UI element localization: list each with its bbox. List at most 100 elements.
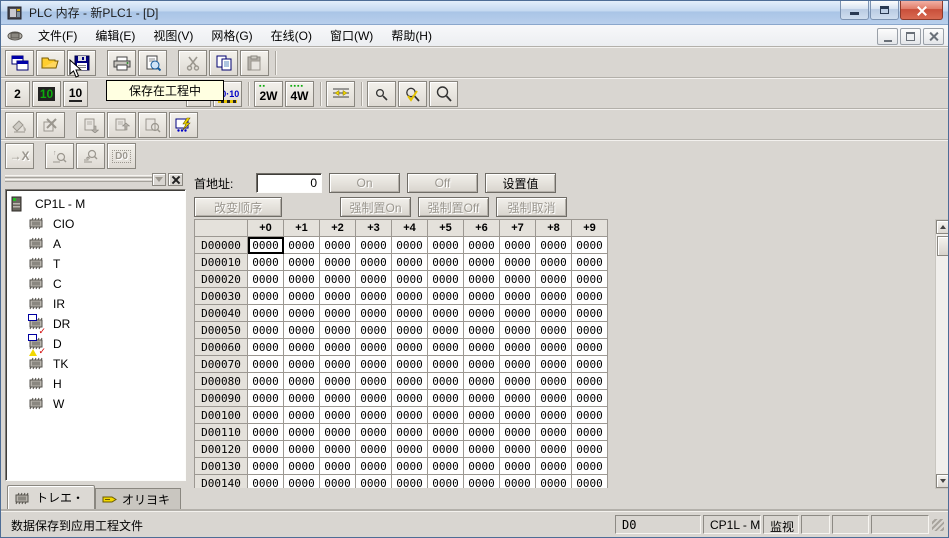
- memory-cell[interactable]: 0000: [392, 288, 428, 305]
- memory-cell[interactable]: 0000: [428, 475, 464, 489]
- memory-cell[interactable]: 0000: [320, 407, 356, 424]
- memory-cell[interactable]: 0000: [500, 475, 536, 489]
- memory-cell[interactable]: 0000: [392, 271, 428, 288]
- transfer-to-plc-button[interactable]: [76, 112, 105, 138]
- memory-cell[interactable]: 0000: [284, 373, 320, 390]
- memory-cell[interactable]: 0000: [356, 305, 392, 322]
- memory-cell[interactable]: 0000: [572, 237, 608, 254]
- memory-cell[interactable]: 0000: [248, 458, 284, 475]
- memory-cell[interactable]: 0000: [248, 254, 284, 271]
- column-width-button[interactable]: [326, 81, 355, 107]
- memory-cell[interactable]: 0000: [356, 254, 392, 271]
- memory-cell[interactable]: 0000: [500, 356, 536, 373]
- memory-cell[interactable]: 0000: [428, 441, 464, 458]
- save-button[interactable]: [67, 50, 96, 76]
- memory-cell[interactable]: 0000: [500, 254, 536, 271]
- watch-address-button[interactable]: [76, 143, 105, 169]
- maximize-button[interactable]: [870, 1, 899, 20]
- pane-gripper[interactable]: [3, 171, 188, 187]
- memory-cell[interactable]: 0000: [284, 407, 320, 424]
- memory-cell[interactable]: 0000: [536, 254, 572, 271]
- tab-2[interactable]: オリヨキ: [95, 488, 181, 509]
- memory-cell[interactable]: 0000: [536, 339, 572, 356]
- menu-item-6[interactable]: 窗口(W): [321, 24, 382, 47]
- zoom-out-button[interactable]: [367, 81, 396, 107]
- scroll-up-button[interactable]: [936, 220, 949, 234]
- tree-item-a[interactable]: A: [10, 234, 185, 254]
- memory-cell[interactable]: 0000: [284, 288, 320, 305]
- memory-cell[interactable]: 0000: [392, 390, 428, 407]
- tab-1[interactable]: トレエ・: [7, 485, 95, 509]
- tree-item-h[interactable]: H: [10, 374, 185, 394]
- memory-cell[interactable]: 0000: [428, 424, 464, 441]
- memory-cell[interactable]: 0000: [248, 441, 284, 458]
- memory-cell[interactable]: 0000: [464, 356, 500, 373]
- menu-item-3[interactable]: 视图(V): [144, 24, 202, 47]
- memory-cell[interactable]: 0000: [392, 339, 428, 356]
- memory-cell-selected[interactable]: 0000: [248, 237, 284, 254]
- pane-dropdown-button[interactable]: [152, 173, 166, 186]
- memory-cell[interactable]: 0000: [284, 356, 320, 373]
- mdi-close-button[interactable]: [923, 28, 944, 45]
- force-cancel-button[interactable]: →X: [5, 143, 34, 169]
- memory-cell[interactable]: 0000: [356, 373, 392, 390]
- memory-cell[interactable]: 0000: [248, 373, 284, 390]
- memory-cell[interactable]: 0000: [284, 339, 320, 356]
- memory-cell[interactable]: 0000: [500, 322, 536, 339]
- memory-cell[interactable]: 0000: [392, 254, 428, 271]
- memory-cell[interactable]: 0000: [320, 373, 356, 390]
- memory-cell[interactable]: 0000: [320, 390, 356, 407]
- button-强制取消[interactable]: 强制取消: [496, 197, 567, 217]
- memory-cell[interactable]: 0000: [428, 407, 464, 424]
- button-强制置on[interactable]: 强制置On: [340, 197, 411, 217]
- memory-cell[interactable]: 0000: [320, 458, 356, 475]
- memory-cell[interactable]: 0000: [320, 254, 356, 271]
- close-button[interactable]: [900, 1, 943, 20]
- tree-item-w[interactable]: W: [10, 394, 185, 414]
- memory-cell[interactable]: 0000: [428, 339, 464, 356]
- memory-cell[interactable]: 0000: [428, 271, 464, 288]
- memory-cell[interactable]: 0000: [464, 441, 500, 458]
- memory-cell[interactable]: 0000: [500, 271, 536, 288]
- button-on[interactable]: On: [329, 173, 400, 193]
- memory-cell[interactable]: 0000: [392, 475, 428, 489]
- four-word-button[interactable]: ▪▪▪▪4W: [285, 81, 314, 107]
- memory-cell[interactable]: 0000: [428, 237, 464, 254]
- start-address-input[interactable]: [256, 173, 322, 193]
- memory-cell[interactable]: 0000: [500, 390, 536, 407]
- memory-cell[interactable]: 0000: [320, 339, 356, 356]
- memory-cell[interactable]: 0000: [356, 322, 392, 339]
- copy-button[interactable]: [209, 50, 238, 76]
- memory-cell[interactable]: 0000: [428, 322, 464, 339]
- memory-cell[interactable]: 0000: [572, 424, 608, 441]
- mdi-minimize-button[interactable]: [877, 28, 898, 45]
- memory-cell[interactable]: 0000: [464, 424, 500, 441]
- memory-cell[interactable]: 0000: [248, 322, 284, 339]
- memory-cell[interactable]: 0000: [320, 271, 356, 288]
- memory-cell[interactable]: 0000: [356, 339, 392, 356]
- memory-cell[interactable]: 0000: [428, 373, 464, 390]
- memory-cell[interactable]: 0000: [392, 305, 428, 322]
- memory-cell[interactable]: 0000: [356, 288, 392, 305]
- memory-cell[interactable]: 0000: [284, 458, 320, 475]
- memory-cell[interactable]: 0000: [356, 407, 392, 424]
- memory-cell[interactable]: 0000: [320, 237, 356, 254]
- two-word-button[interactable]: ▪▪2W: [254, 81, 283, 107]
- memory-cell[interactable]: 0000: [572, 271, 608, 288]
- print-button[interactable]: [107, 50, 136, 76]
- watch-d0-button[interactable]: D0: [107, 143, 136, 169]
- memory-cell[interactable]: 0000: [536, 475, 572, 489]
- tree-item-ir[interactable]: IR: [10, 294, 185, 314]
- memory-cell[interactable]: 0000: [464, 254, 500, 271]
- memory-cell[interactable]: 0000: [536, 424, 572, 441]
- memory-cell[interactable]: 0000: [464, 458, 500, 475]
- resize-grip[interactable]: [932, 519, 944, 531]
- memory-cell[interactable]: 0000: [284, 390, 320, 407]
- memory-cell[interactable]: 0000: [428, 458, 464, 475]
- binary-format-button[interactable]: 2: [5, 81, 30, 107]
- print-preview-button[interactable]: [138, 50, 167, 76]
- memory-cell[interactable]: 0000: [356, 458, 392, 475]
- memory-cell[interactable]: 0000: [392, 424, 428, 441]
- memory-cell[interactable]: 0000: [572, 407, 608, 424]
- menu-item-2[interactable]: 编辑(E): [86, 24, 144, 47]
